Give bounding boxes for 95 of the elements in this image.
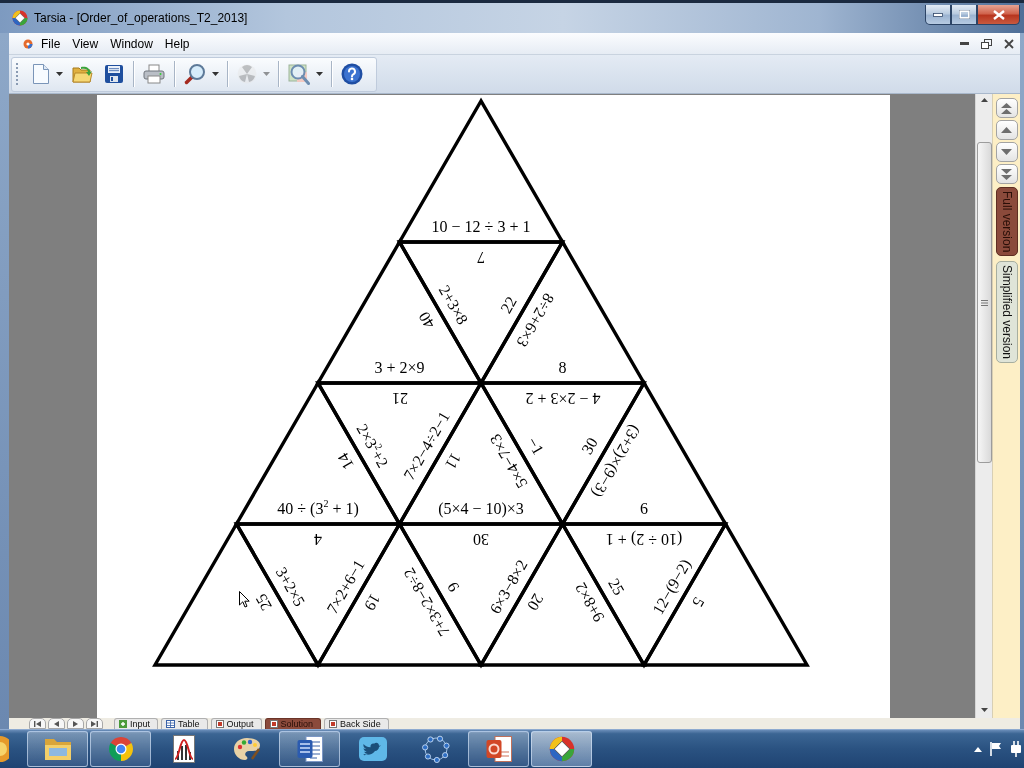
file-icon[interactable] bbox=[32, 63, 50, 85]
edge-label: 6 bbox=[640, 500, 648, 518]
caret-icon[interactable] bbox=[56, 72, 63, 76]
caret-up-icon bbox=[1001, 127, 1012, 133]
ball-icon[interactable] bbox=[23, 38, 33, 49]
edge-label: 4 bbox=[314, 530, 322, 548]
nav-button[interactable] bbox=[995, 98, 1018, 118]
caret-right-icon bbox=[73, 720, 78, 727]
tab-label: Solution bbox=[280, 719, 314, 729]
edge-label: 10 − 12 ÷ 3 + 1 bbox=[431, 218, 531, 236]
caret-icon[interactable] bbox=[316, 72, 323, 76]
chart-icon bbox=[172, 735, 195, 763]
edge-label: 25 bbox=[252, 590, 276, 614]
maximize-button[interactable] bbox=[951, 5, 977, 25]
caret-left-icon bbox=[54, 720, 59, 727]
double-caret-up-icon bbox=[1001, 102, 1012, 114]
skip-back-icon bbox=[34, 720, 41, 727]
grip-icon[interactable] bbox=[16, 62, 19, 86]
floppy-icon[interactable] bbox=[104, 64, 124, 84]
zoom-icon[interactable] bbox=[288, 63, 310, 85]
menu-item[interactable]: File bbox=[35, 34, 67, 53]
page-icon bbox=[215, 720, 224, 728]
bird-icon bbox=[358, 737, 387, 761]
menu-item[interactable]: Help bbox=[158, 34, 196, 53]
edge-label: 40 ÷ (3$^{2}$ + 1) bbox=[277, 500, 359, 518]
close-icon[interactable] bbox=[1004, 38, 1014, 49]
menu-item[interactable]: View bbox=[66, 34, 105, 53]
edge-label: 21 bbox=[391, 389, 408, 407]
edge-label: 8 bbox=[558, 359, 567, 377]
search-icon[interactable] bbox=[184, 63, 206, 85]
edge-label: (10 ÷ 2) + 1 bbox=[605, 530, 683, 548]
edge-label: 4 − 2×3 + 2 bbox=[524, 389, 601, 407]
tricolor-circle-icon bbox=[107, 736, 134, 762]
taskbar-button[interactable] bbox=[531, 731, 592, 767]
close-icon bbox=[992, 9, 1005, 20]
slides-icon bbox=[485, 736, 512, 762]
edge-label: 3 + 2×9 bbox=[374, 359, 425, 377]
open-folder-icon[interactable] bbox=[72, 64, 94, 84]
sheet-icon bbox=[119, 720, 127, 728]
double-caret-down-icon bbox=[1001, 168, 1012, 180]
caret-down-icon bbox=[1001, 149, 1012, 155]
pointer-icon bbox=[239, 591, 250, 608]
tab-label: Input bbox=[130, 719, 151, 729]
diamond-logo-icon bbox=[12, 10, 28, 26]
skip-forward-icon bbox=[91, 720, 98, 727]
table-icon bbox=[166, 720, 176, 728]
maximize-icon bbox=[958, 10, 970, 19]
edge-label: 22 bbox=[496, 293, 520, 316]
edge-label: 7 bbox=[477, 248, 485, 266]
taskbar-button[interactable] bbox=[279, 731, 340, 767]
sheet-tab[interactable]: Table bbox=[161, 718, 208, 729]
printer-icon[interactable] bbox=[143, 64, 165, 84]
palette-icon bbox=[232, 737, 261, 761]
page-icon bbox=[329, 720, 338, 728]
folder-icon bbox=[43, 738, 72, 760]
edge-label: 5 bbox=[688, 594, 708, 610]
side-tab[interactable]: Simplified version bbox=[995, 261, 1018, 364]
diamond-logo-icon bbox=[548, 736, 575, 762]
scroll-up-icon[interactable] bbox=[980, 98, 988, 102]
edge-label: −1 bbox=[523, 434, 547, 458]
scrollbar[interactable] bbox=[975, 94, 992, 718]
tab-label: Table bbox=[178, 719, 200, 729]
edge-label: 20 bbox=[523, 591, 547, 614]
window-title: Tarsia - [Order_of_operations_T2_2013] bbox=[34, 11, 248, 25]
flag-icon[interactable] bbox=[990, 742, 1002, 756]
scroll-thumb[interactable] bbox=[976, 142, 992, 463]
edge-label: 30 bbox=[473, 530, 489, 548]
nav-button[interactable] bbox=[995, 142, 1018, 162]
nav-button[interactable] bbox=[995, 120, 1018, 140]
edge-label: 40 bbox=[415, 308, 439, 332]
caret-icon[interactable] bbox=[212, 72, 219, 76]
minimize-icon bbox=[933, 12, 943, 17]
dot-ring-icon bbox=[421, 735, 450, 763]
menu-item[interactable]: Window bbox=[104, 34, 159, 53]
help-icon[interactable] bbox=[341, 63, 363, 85]
edge-label: 19 bbox=[360, 591, 384, 614]
edge-label: 6 bbox=[444, 579, 464, 595]
tab-label: Back Side bbox=[340, 719, 381, 729]
grip-icon bbox=[980, 299, 988, 306]
nav-button[interactable] bbox=[995, 164, 1018, 184]
page-icon bbox=[269, 720, 278, 728]
scroll-down-icon[interactable] bbox=[980, 708, 988, 712]
edge-label: 14 bbox=[333, 449, 358, 473]
document-icon bbox=[296, 736, 323, 762]
restore-icon[interactable] bbox=[981, 38, 992, 49]
minimize-button[interactable] bbox=[925, 5, 951, 25]
taskbar-button[interactable] bbox=[468, 731, 529, 767]
power-plug-icon[interactable] bbox=[1010, 741, 1022, 757]
close-button[interactable] bbox=[977, 5, 1020, 25]
sheet-tab[interactable]: Input bbox=[114, 718, 159, 729]
tab-label: Output bbox=[226, 719, 254, 729]
edge-label: (5×4 − 10)×3 bbox=[438, 500, 524, 518]
start-orb-icon[interactable] bbox=[0, 736, 9, 762]
chevron-up-icon[interactable] bbox=[974, 746, 982, 752]
edge-label: 25 bbox=[604, 575, 629, 599]
